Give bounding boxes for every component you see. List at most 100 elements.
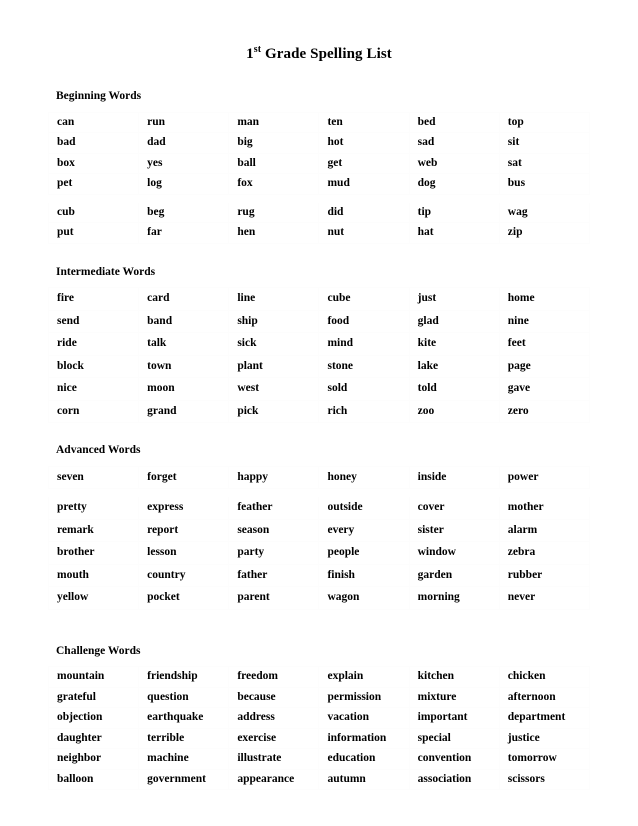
word-cell: zero bbox=[498, 399, 591, 423]
word-cell: daughter bbox=[47, 727, 140, 749]
word-cell: autumn bbox=[318, 768, 410, 790]
word-cell: nice bbox=[47, 377, 140, 401]
word-cell: terrible bbox=[138, 727, 230, 749]
word-cell: just bbox=[408, 287, 500, 311]
word-cell: illustrate bbox=[228, 748, 320, 770]
page-title-ordinal-suffix: st bbox=[253, 44, 262, 55]
word-cell: permission bbox=[318, 686, 410, 708]
word-cell: sit bbox=[498, 132, 591, 154]
word-cell: zoo bbox=[408, 399, 500, 423]
section-heading-advanced: Advanced Words bbox=[56, 444, 141, 456]
word-cell: pretty bbox=[47, 496, 140, 520]
table-row: balloon government appearance autumn associa… bbox=[47, 768, 591, 790]
word-cell: mouth bbox=[47, 563, 140, 587]
word-cell: food bbox=[318, 309, 410, 333]
word-cell: rug bbox=[228, 201, 320, 223]
word-cell: appearance bbox=[228, 768, 320, 790]
word-cell: dog bbox=[408, 173, 500, 195]
word-cell: happy bbox=[228, 465, 320, 489]
word-cell: stone bbox=[318, 354, 410, 378]
word-cell: lake bbox=[408, 354, 500, 378]
word-cell: town bbox=[138, 354, 230, 378]
section-heading-challenge: Challenge Words bbox=[56, 644, 141, 657]
table-row: can run man ten bed top bbox=[47, 111, 591, 133]
word-cell: sad bbox=[408, 132, 500, 154]
word-cell: web bbox=[408, 152, 500, 174]
row-group-spacer-cell bbox=[48, 488, 590, 497]
word-cell: card bbox=[138, 287, 230, 311]
table-row: grateful question because permission mixture… bbox=[47, 686, 591, 708]
row-group-spacer bbox=[48, 193, 590, 203]
section-beginning: Beginning Words can run man ten bed top bad dad b… bbox=[47, 90, 591, 244]
word-cell: rich bbox=[318, 399, 410, 423]
word-cell: friendship bbox=[138, 666, 230, 688]
document-page: 1st Grade Spelling List Beginning Words c… bbox=[0, 0, 638, 826]
table-row: mouth country father finish garden rubber bbox=[47, 563, 591, 587]
section-intermediate: Intermediate Words fire card line cube just ho… bbox=[47, 265, 591, 424]
word-cell: question bbox=[138, 686, 230, 708]
table-row: daughter terrible exercise information speci… bbox=[47, 727, 591, 749]
table-row: nice moon west sold told gave bbox=[47, 377, 591, 401]
section-heading-intermediate: Intermediate Words bbox=[56, 265, 156, 278]
word-cell: hen bbox=[228, 222, 320, 244]
word-cell: home bbox=[498, 287, 591, 311]
word-cell: chicken bbox=[498, 666, 591, 688]
word-cell: plant bbox=[228, 354, 320, 378]
word-cell: hat bbox=[408, 222, 500, 244]
table-row: objection earthquake address vacation import… bbox=[47, 707, 591, 729]
table-row: brother lesson party people window zebra bbox=[47, 541, 591, 565]
word-cell: inside bbox=[408, 465, 500, 489]
word-cell: talk bbox=[138, 332, 230, 356]
word-cell: ship bbox=[228, 309, 320, 333]
word-cell: send bbox=[47, 309, 140, 333]
table-row: bad dad big hot sad sit bbox=[47, 132, 591, 154]
word-cell: pick bbox=[228, 399, 320, 423]
word-cell: yes bbox=[138, 152, 230, 174]
word-cell: can bbox=[47, 111, 140, 133]
word-cell: pet bbox=[47, 173, 140, 195]
word-cell: special bbox=[408, 727, 500, 749]
word-cell: cover bbox=[408, 496, 500, 520]
table-row: cub beg rug did tip wag bbox=[47, 201, 591, 223]
table-row: pretty express feather outside cover mother bbox=[47, 496, 591, 520]
word-table-beginning: can run man ten bed top bad dad big hot sad sit box y… bbox=[47, 111, 591, 244]
word-table-challenge: mountain friendship freedom explain kitchen c… bbox=[47, 666, 591, 790]
word-cell: wag bbox=[498, 201, 591, 223]
word-cell: big bbox=[228, 132, 320, 154]
word-cell: people bbox=[318, 541, 410, 565]
word-table-intermediate: fire card line cube just home send band ship food… bbox=[47, 287, 591, 423]
word-cell: wagon bbox=[318, 586, 410, 610]
word-cell: scissors bbox=[498, 768, 591, 790]
word-cell: run bbox=[138, 111, 230, 133]
word-cell: kite bbox=[408, 332, 500, 356]
word-cell: tomorrow bbox=[498, 748, 591, 770]
word-cell: moon bbox=[138, 377, 230, 401]
table-row: corn grand pick rich zoo zero bbox=[47, 399, 591, 423]
word-cell: nut bbox=[318, 222, 410, 244]
word-cell: mud bbox=[318, 173, 410, 195]
word-cell: zip bbox=[498, 222, 591, 244]
word-cell: party bbox=[228, 541, 320, 565]
page-title-rest: Grade Spelling List bbox=[261, 46, 392, 62]
word-cell: alarm bbox=[498, 518, 591, 542]
word-cell: brother bbox=[47, 541, 140, 565]
word-cell: power bbox=[498, 465, 591, 489]
section-advanced: Advanced Words seven forget happy honey insid… bbox=[47, 444, 591, 610]
table-row: neighbor machine illustrate education conven… bbox=[47, 748, 591, 770]
word-cell: every bbox=[318, 518, 410, 542]
word-cell: outside bbox=[318, 496, 410, 520]
word-cell: objection bbox=[47, 707, 140, 729]
table-row: ride talk sick mind kite feet bbox=[47, 332, 591, 356]
word-cell: finish bbox=[318, 563, 410, 587]
word-cell: cube bbox=[318, 287, 410, 311]
word-cell: express bbox=[138, 496, 230, 520]
word-cell: season bbox=[228, 518, 320, 542]
word-cell: honey bbox=[318, 465, 410, 489]
word-cell: glad bbox=[408, 309, 500, 333]
word-cell: hot bbox=[318, 132, 410, 154]
word-cell: mountain bbox=[47, 666, 140, 688]
word-cell: did bbox=[318, 201, 410, 223]
word-cell: important bbox=[408, 707, 500, 729]
word-cell: box bbox=[47, 152, 140, 174]
word-cell: sister bbox=[408, 518, 500, 542]
